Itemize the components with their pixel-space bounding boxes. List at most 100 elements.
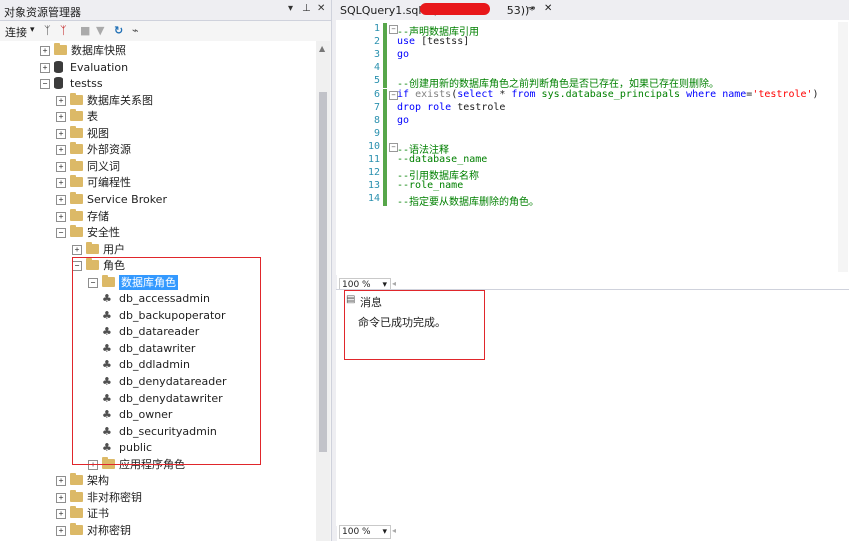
expand-icon[interactable]: + <box>56 161 66 172</box>
tree-item[interactable]: − testss <box>0 76 316 92</box>
tree-item[interactable]: + 视图 <box>0 125 316 142</box>
line-number: 12 <box>367 167 380 179</box>
folder-icon <box>54 43 67 55</box>
expand-icon[interactable]: + <box>56 145 66 156</box>
tree-item[interactable]: + 存储 <box>0 208 316 225</box>
expand-icon[interactable]: + <box>56 178 66 189</box>
tree-item[interactable]: + 证书 <box>0 506 316 522</box>
scroll-left-icon[interactable]: ◂ <box>392 279 396 288</box>
line-number: 8 <box>373 114 380 126</box>
annotation-box-roles <box>72 257 261 465</box>
tree-item[interactable]: + 表 <box>0 109 316 125</box>
results-zoom-select[interactable]: 100 % ▾ <box>339 525 391 539</box>
database-icon <box>54 77 63 90</box>
connect-dropdown-icon[interactable]: ▾ <box>30 25 35 35</box>
expand-icon[interactable]: + <box>56 128 66 139</box>
connect-plug-icon[interactable]: ᛉ <box>44 24 51 37</box>
collapse-icon[interactable]: − <box>40 79 50 90</box>
scroll-up-icon[interactable]: ▲ <box>319 44 325 53</box>
dropdown-icon[interactable]: ▾ <box>288 3 293 14</box>
code-line[interactable]: --role_name <box>397 180 463 191</box>
code-line[interactable]: --database_name <box>397 154 487 165</box>
expand-icon[interactable]: + <box>56 525 66 536</box>
tree-item[interactable]: + Service Broker <box>0 191 316 208</box>
line-number: 9 <box>373 127 380 139</box>
folder-icon <box>86 241 99 254</box>
code-line[interactable]: go <box>397 49 409 60</box>
connect-button[interactable]: 连接 <box>5 24 27 40</box>
code-line[interactable]: go <box>397 115 409 126</box>
folder-icon <box>70 191 83 204</box>
tree-item-label: 可编程性 <box>87 176 131 190</box>
code-line[interactable]: use [testss] <box>397 36 469 47</box>
close-icon[interactable]: ✕ <box>317 3 325 14</box>
tree-item[interactable]: + 对称密钥 <box>0 522 316 539</box>
tree-item[interactable]: + 外部资源 <box>0 142 316 158</box>
tree-item[interactable]: + 可编程性 <box>0 175 316 191</box>
expand-icon[interactable]: + <box>56 95 66 106</box>
tree-item[interactable]: + 用户 <box>0 241 316 258</box>
change-marker <box>383 140 387 154</box>
folder-icon <box>70 175 83 188</box>
tree-item[interactable]: − 安全性 <box>0 225 316 241</box>
tree-item[interactable]: + 数据库关系图 <box>0 92 316 109</box>
change-marker <box>383 101 387 115</box>
tree-item-label: 对称密钥 <box>87 523 131 537</box>
activity-monitor-icon[interactable]: ⌁ <box>132 24 139 37</box>
folder-icon <box>70 489 83 502</box>
line-number: 11 <box>367 154 380 165</box>
object-explorer-titlebar: 对象资源管理器 ▾ ⊥ ✕ <box>0 0 331 21</box>
collapse-icon[interactable]: − <box>56 228 66 239</box>
editor-scrollbar[interactable] <box>838 22 848 272</box>
code-line[interactable]: if exists(select * from sys.database_pri… <box>397 89 819 100</box>
tree-item-label: 安全性 <box>87 226 120 240</box>
line-number: 3 <box>373 49 380 61</box>
tree-item[interactable]: + 架构 <box>0 473 316 489</box>
tree-item-label: 数据库快照 <box>71 44 126 57</box>
change-marker <box>383 49 387 63</box>
tree-item[interactable]: + Evaluation <box>0 60 316 76</box>
line-number: 4 <box>373 62 380 74</box>
tree-item[interactable]: + 同义词 <box>0 158 316 175</box>
folder-icon <box>70 92 83 105</box>
database-icon <box>54 60 63 73</box>
disconnect-icon[interactable]: ᛉ <box>60 24 67 37</box>
expand-icon[interactable]: + <box>56 112 66 123</box>
pin-icon[interactable]: ⊥ <box>302 3 311 14</box>
tab-pin-icon[interactable]: ⊸ <box>527 3 535 14</box>
code-line[interactable]: drop role testrole <box>397 102 505 113</box>
expand-icon[interactable]: + <box>56 194 66 205</box>
expand-icon[interactable]: + <box>56 476 66 487</box>
folder-icon <box>70 522 83 535</box>
change-marker <box>383 114 387 128</box>
folder-icon <box>70 109 83 122</box>
stop-icon[interactable]: ■ <box>80 24 90 37</box>
scroll-left-icon[interactable]: ◂ <box>392 526 396 535</box>
tree-item[interactable]: + 非对称密钥 <box>0 489 316 506</box>
expand-icon[interactable]: + <box>40 46 50 56</box>
refresh-icon[interactable]: ↻ <box>114 24 123 37</box>
change-marker <box>383 180 387 194</box>
redaction-mark <box>420 3 490 15</box>
change-marker <box>383 127 387 141</box>
tree-item-label: 视图 <box>87 126 109 140</box>
expand-icon[interactable]: + <box>56 211 66 222</box>
line-number: 6 <box>373 88 380 100</box>
folder-icon <box>70 473 83 486</box>
object-explorer-title: 对象资源管理器 <box>4 6 81 19</box>
filter-icon[interactable]: ▼ <box>96 24 104 37</box>
expand-icon[interactable]: + <box>72 244 82 255</box>
code-line[interactable]: --指定要从数据库删除的角色。 <box>397 193 539 208</box>
folder-icon <box>70 225 83 238</box>
expand-icon[interactable]: + <box>56 492 66 503</box>
change-marker <box>383 154 387 167</box>
tree-item[interactable]: + 数据库快照 <box>0 43 316 59</box>
tree-scroll-thumb[interactable] <box>319 92 327 452</box>
tab-close-icon[interactable]: ✕ <box>544 3 552 14</box>
expand-icon[interactable]: + <box>40 62 50 73</box>
tree-item-label: 外部资源 <box>87 143 131 157</box>
line-number: 1 <box>373 23 380 34</box>
tree-item-label: 用户 <box>103 242 125 256</box>
expand-icon[interactable]: + <box>56 509 66 520</box>
tree-item-label: 非对称密钥 <box>87 490 142 504</box>
